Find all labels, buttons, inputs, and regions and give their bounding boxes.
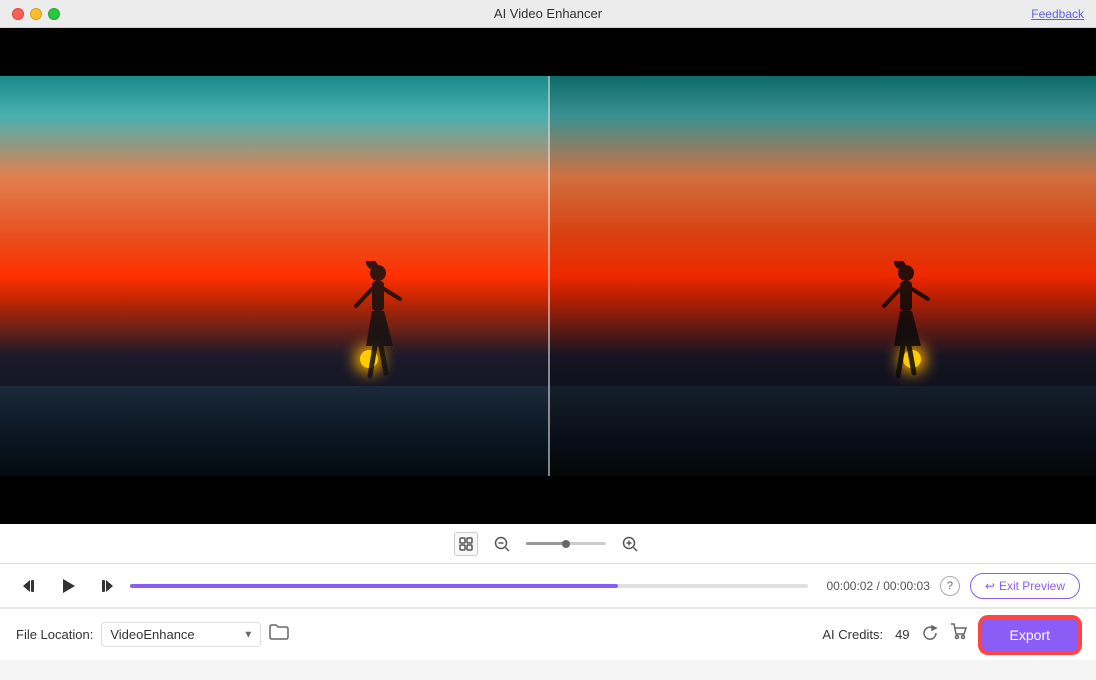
figure-silhouette-left — [348, 261, 408, 386]
right-controls-group: AI Credits: 49 Export — [822, 617, 1080, 653]
exit-preview-label: Exit Preview — [999, 579, 1065, 593]
help-button[interactable]: ? — [940, 576, 960, 596]
progress-fill — [130, 584, 618, 588]
zoom-in-button[interactable] — [618, 532, 642, 556]
feedback-link[interactable]: Feedback — [1031, 7, 1084, 21]
ai-credits-label: AI Credits: — [822, 627, 883, 642]
play-button[interactable] — [54, 572, 82, 600]
minimize-button[interactable] — [30, 8, 42, 20]
video-preview-area — [0, 28, 1096, 524]
current-time: 00:00:02 — [826, 579, 873, 593]
close-button[interactable] — [12, 8, 24, 20]
file-location-group: File Location: VideoEnhance Desktop Docu… — [16, 622, 289, 647]
file-location-select-wrapper: VideoEnhance Desktop Documents Downloads… — [101, 622, 261, 647]
time-separator: / — [877, 579, 880, 593]
video-comparison — [0, 76, 1096, 476]
playback-bar: 00:00:02 / 00:00:03 ? ↩ Exit Preview — [0, 564, 1096, 608]
titlebar: AI Video Enhancer Feedback — [0, 0, 1096, 28]
export-button[interactable]: Export — [980, 617, 1080, 653]
exit-preview-button[interactable]: ↩ Exit Preview — [970, 573, 1080, 599]
exit-preview-icon: ↩ — [985, 579, 995, 593]
comparison-divider[interactable] — [548, 76, 550, 476]
refresh-credits-button[interactable] — [922, 625, 938, 644]
app-title: AI Video Enhancer — [494, 6, 602, 21]
bottom-bar: File Location: VideoEnhance Desktop Docu… — [0, 608, 1096, 660]
video-panel-original — [0, 76, 548, 476]
zoom-out-button[interactable] — [490, 532, 514, 556]
maximize-button[interactable] — [48, 8, 60, 20]
fit-screen-button[interactable] — [454, 532, 478, 556]
time-display: 00:00:02 / 00:00:03 — [826, 579, 929, 593]
water-right — [548, 386, 1096, 476]
ai-credits-value: 49 — [895, 627, 909, 642]
step-forward-button[interactable] — [92, 572, 120, 600]
step-back-button[interactable] — [16, 572, 44, 600]
water-left — [0, 386, 548, 476]
figure-silhouette-right — [876, 261, 936, 386]
open-folder-button[interactable] — [269, 624, 289, 645]
black-bar-bottom — [0, 476, 1096, 524]
total-time: 00:00:03 — [883, 579, 930, 593]
window-controls — [12, 8, 60, 20]
progress-bar[interactable] — [130, 584, 808, 588]
file-location-label: File Location: — [16, 627, 93, 642]
black-bar-top — [0, 28, 1096, 76]
cart-button[interactable] — [950, 623, 968, 646]
file-location-select[interactable]: VideoEnhance Desktop Documents Downloads — [101, 622, 261, 647]
zoom-toolbar — [0, 524, 1096, 564]
video-panel-enhanced — [548, 76, 1096, 476]
zoom-slider[interactable] — [526, 542, 606, 545]
